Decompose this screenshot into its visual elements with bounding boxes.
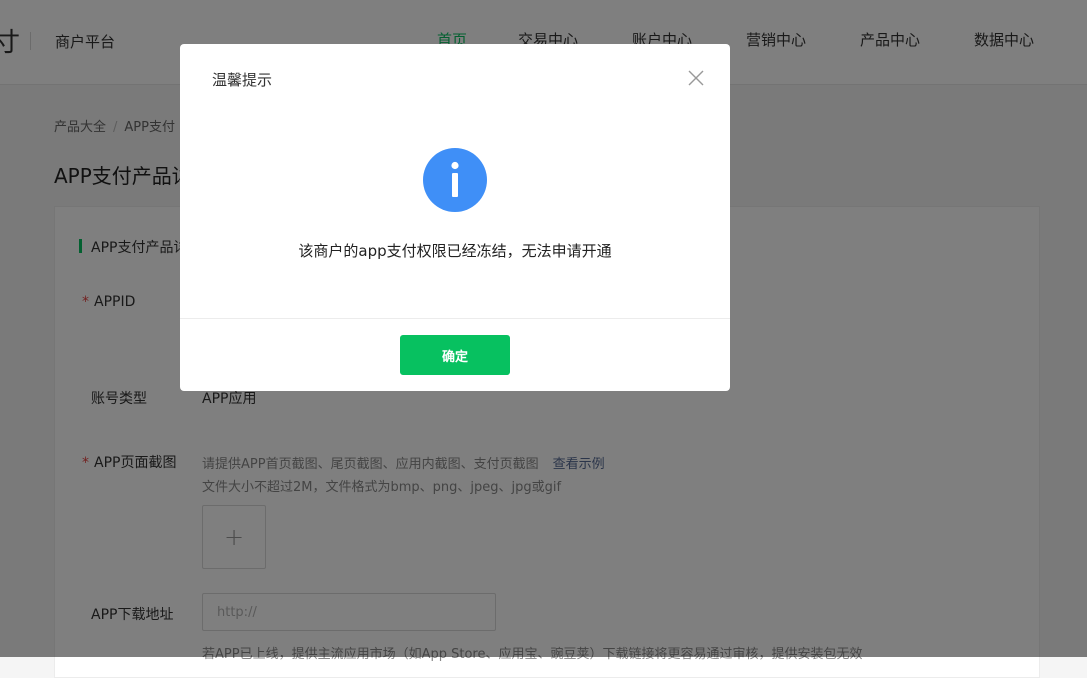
dialog-divider xyxy=(180,318,730,319)
warning-dialog: 温馨提示 该商户的app支付权限已经冻结，无法申请开通 确定 xyxy=(180,44,730,391)
dialog-message: 该商户的app支付权限已经冻结，无法申请开通 xyxy=(298,242,612,260)
dialog-title: 温馨提示 xyxy=(212,71,273,89)
close-icon[interactable] xyxy=(686,68,706,88)
info-icon xyxy=(423,148,487,212)
confirm-button[interactable]: 确定 xyxy=(400,335,510,375)
